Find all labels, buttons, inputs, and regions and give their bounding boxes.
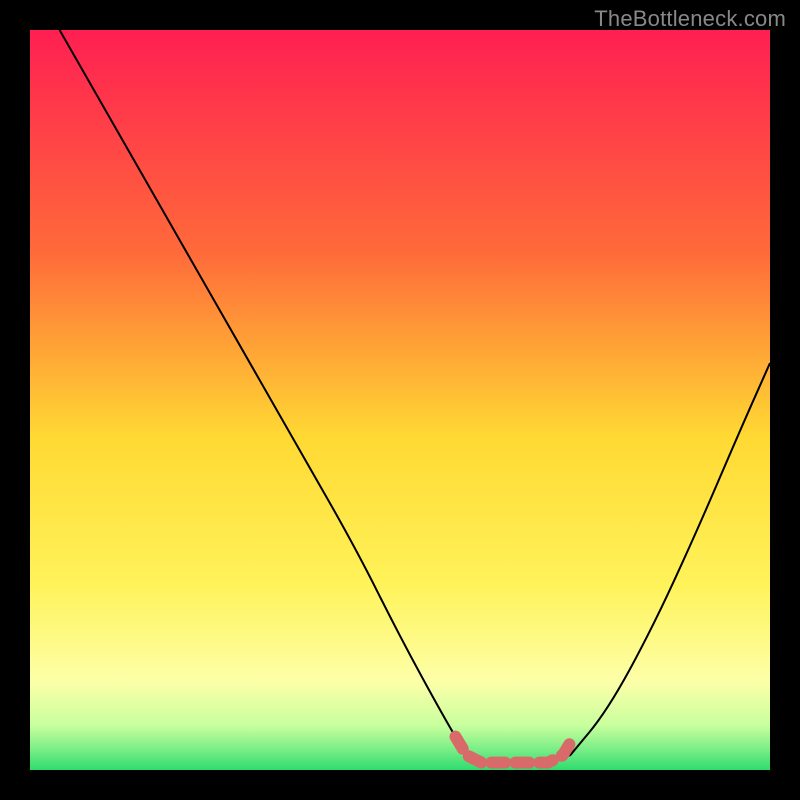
bottleneck-curve-chart bbox=[30, 30, 770, 770]
chart-area bbox=[30, 30, 770, 770]
gradient-background bbox=[30, 30, 770, 770]
watermark-text: TheBottleneck.com bbox=[594, 6, 786, 32]
